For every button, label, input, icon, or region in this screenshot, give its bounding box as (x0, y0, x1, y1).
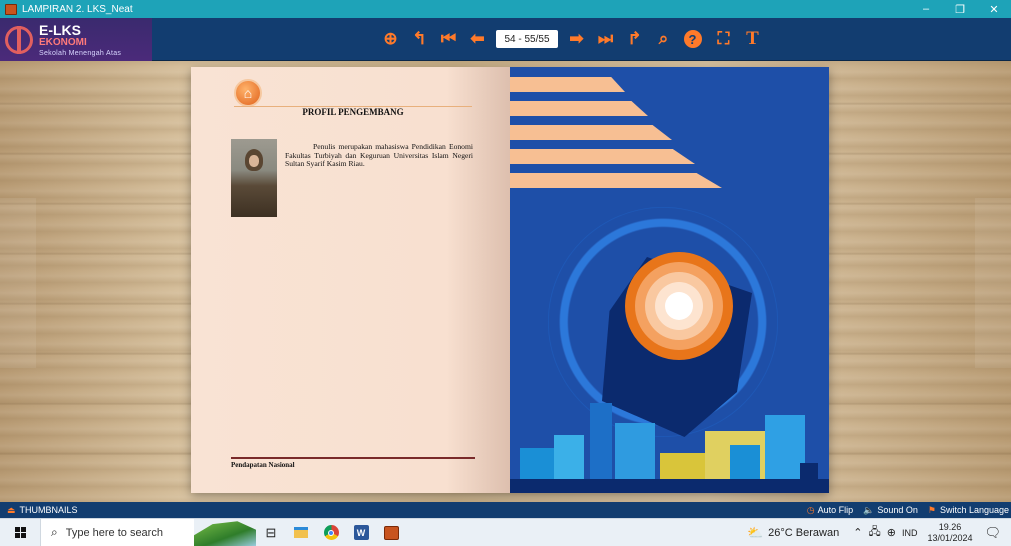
window-controls: – ❐ ✕ (909, 0, 1011, 18)
flipbook-toolbar: E-LKS EKONOMI Sekolah Menengah Atas ⊕ ↰ … (0, 18, 1011, 61)
prev-page-side-arrow[interactable] (0, 198, 36, 368)
windows-taskbar: ⌕ Type here to search ⊟ W ⛅ 26°C Berawan… (0, 518, 1011, 546)
flipbook-bottombar: ⏏ THUMBNAILS ◷ Auto Flip 🔈 Sound On ⚑ Sw… (0, 502, 1011, 518)
thumbnails-button[interactable]: ⏏ THUMBNAILS (7, 505, 78, 516)
cover-cityscape (510, 383, 829, 493)
toolbar-buttons: ⊕ ↰ ⏮ ⬅ 54 - 55/55 ➡ ⏭ ↱ ⌕ ? ⛶ T (378, 27, 769, 51)
logo-title: E-LKS (39, 21, 81, 38)
logo-tagline: Sekolah Menengah Atas (39, 49, 122, 57)
notification-icon[interactable]: 🗨 (984, 525, 1001, 541)
next-page-side-arrow[interactable] (975, 198, 1011, 368)
auto-flip-button[interactable]: ◷ Auto Flip (807, 505, 853, 516)
eject-icon: ⏏ (7, 504, 16, 515)
language-indicator[interactable]: IND (902, 528, 918, 538)
clock-time: 19.26 (938, 521, 962, 532)
previous-page-icon[interactable]: ⬅ (465, 27, 490, 51)
taskbar-search[interactable]: ⌕ Type here to search (40, 518, 194, 546)
search-highlight-image (194, 521, 256, 546)
clock-icon: ◷ (806, 504, 815, 515)
cover-stripe (510, 149, 695, 164)
clock-date: 13/01/2024 (927, 532, 973, 543)
chrome-icon[interactable] (316, 525, 346, 540)
search-icon[interactable]: ⌕ (651, 27, 676, 51)
thumbnails-label: THUMBNAILS (19, 505, 78, 515)
weather-icon: ⛅ (746, 524, 764, 540)
windows-icon (14, 527, 26, 538)
undo-icon[interactable]: ↰ (407, 27, 432, 51)
text-icon[interactable]: T (740, 27, 765, 51)
globe-icon[interactable]: ⊕ (887, 526, 896, 539)
logo-subtitle: EKONOMI (39, 36, 87, 48)
clock[interactable]: 19.26 13/01/2024 (927, 522, 972, 544)
task-view-icon[interactable]: ⊟ (256, 525, 286, 541)
restore-button[interactable]: ❐ (943, 0, 977, 18)
word-icon[interactable]: W (346, 525, 376, 540)
speaker-icon: 🔈 (863, 504, 875, 515)
left-page[interactable]: ⌂ PROFIL PENGEMBANG Penulis merupakan ma… (191, 67, 510, 493)
author-bio: Penulis merupakan mahasiswa Pendidikan E… (285, 142, 473, 169)
network-icon[interactable]: 🖧 (868, 523, 880, 542)
open-book: ⌂ PROFIL PENGEMBANG Penulis merupakan ma… (191, 67, 829, 493)
app-icon (5, 3, 17, 15)
footer-rule (231, 457, 475, 459)
weather-text[interactable]: 26°C Berawan (768, 527, 839, 539)
window-title: LAMPIRAN 2. LKS_Neat (22, 3, 133, 15)
file-explorer-icon[interactable] (286, 527, 316, 538)
sound-label: Sound On (877, 505, 918, 515)
author-photo (231, 139, 277, 217)
reading-stage: ⌂ PROFIL PENGEMBANG Penulis merupakan ma… (0, 61, 1011, 502)
cover-stripe (510, 173, 722, 188)
window-titlebar: LAMPIRAN 2. LKS_Neat – ❐ ✕ (0, 0, 1011, 18)
zoom-in-icon[interactable]: ⊕ (378, 27, 403, 51)
sound-button[interactable]: 🔈 Sound On (863, 505, 918, 516)
home-icon[interactable]: ⌂ (234, 79, 262, 107)
minimize-button[interactable]: – (909, 0, 943, 18)
back-cover-page[interactable] (510, 67, 829, 493)
share-icon[interactable]: ↱ (622, 27, 647, 51)
switch-language-button[interactable]: ⚑ Switch Language (928, 505, 1009, 516)
cover-stripe (510, 77, 625, 92)
close-button[interactable]: ✕ (977, 0, 1011, 18)
help-icon-glyph: ? (683, 30, 702, 48)
help-icon[interactable]: ? (680, 27, 705, 51)
fullscreen-icon[interactable]: ⛶ (711, 27, 736, 51)
logo-mark-icon (5, 25, 33, 54)
auto-flip-label: Auto Flip (817, 505, 854, 515)
cover-stripe (510, 101, 648, 116)
elks-logo: E-LKS EKONOMI Sekolah Menengah Atas (0, 18, 152, 61)
chevron-up-icon[interactable]: ⌃ (853, 526, 862, 539)
start-button[interactable] (0, 519, 40, 546)
next-page-icon[interactable]: ➡ (564, 27, 589, 51)
flipbook-app-icon[interactable] (376, 525, 406, 540)
first-page-icon[interactable]: ⏮ (436, 27, 461, 51)
page-indicator-input[interactable]: 54 - 55/55 (496, 30, 558, 48)
page-footer: Pendapatan Nasional (231, 461, 295, 469)
page-heading: PROFIL PENGEMBANG (302, 107, 404, 117)
flag-icon: ⚑ (927, 504, 936, 515)
search-icon: ⌕ (51, 525, 58, 539)
last-page-icon[interactable]: ⏭ (593, 27, 618, 51)
cover-stripe (510, 125, 672, 140)
taskbar-search-placeholder: Type here to search (65, 526, 163, 539)
switch-language-label: Switch Language (939, 505, 1009, 515)
